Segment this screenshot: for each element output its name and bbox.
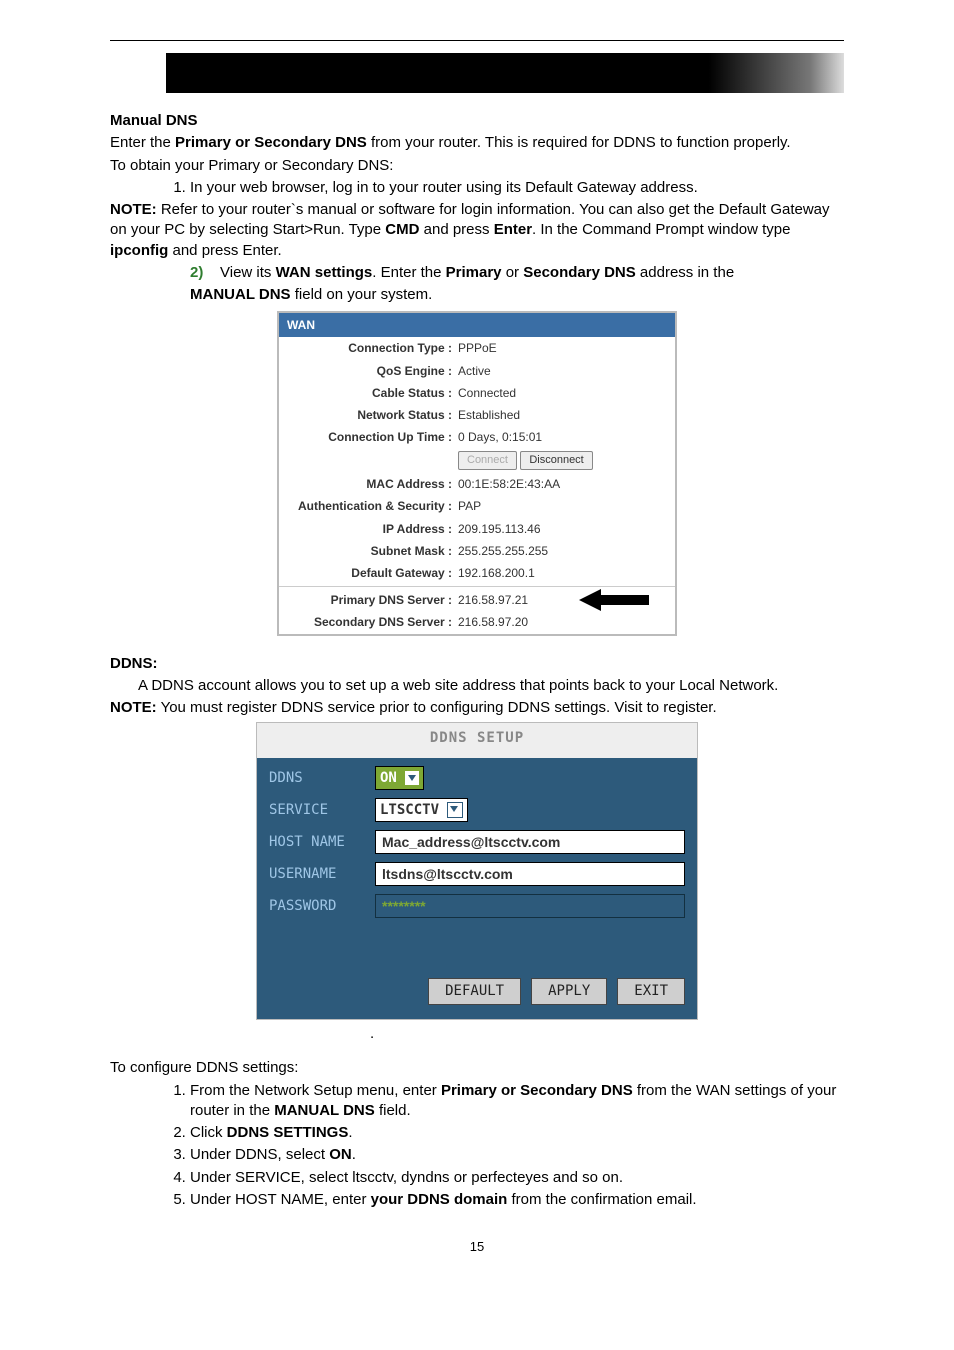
exit-button[interactable]: EXIT: [617, 978, 685, 1005]
disconnect-button[interactable]: Disconnect: [520, 451, 592, 470]
list-item: From the Network Setup menu, enter Prima…: [190, 1081, 844, 1122]
password-input[interactable]: ********: [375, 894, 685, 918]
wan-val: 192.168.200.1: [452, 565, 535, 581]
apply-button[interactable]: APPLY: [531, 978, 607, 1005]
page-number: 15: [110, 1238, 844, 1256]
wan-lbl: IP Address :: [287, 521, 452, 537]
header-bar: [166, 53, 844, 93]
wan-lbl: Connection Type :: [287, 340, 452, 356]
wan-val: Established: [452, 407, 520, 423]
ddns-heading: DDNS:: [110, 654, 844, 674]
manual-step-list-1: In your web browser, log in to your rout…: [162, 178, 844, 198]
hostname-input[interactable]: Mac_address@ltscctv.com: [375, 830, 685, 854]
connect-button[interactable]: Connect: [458, 451, 517, 470]
ddns-label: SERVICE: [269, 801, 375, 820]
ddns-setup-panel: DDNS SETUP DDNS ON SERVICE LTSCCTV HOST …: [256, 722, 698, 1020]
ddns-on-select[interactable]: ON: [375, 766, 424, 790]
manual-step-2: 2) View its WAN settings. Enter the Prim…: [190, 263, 844, 283]
wan-title: WAN: [279, 313, 675, 337]
wan-lbl: Subnet Mask :: [287, 543, 452, 559]
wan-lbl: QoS Engine :: [287, 363, 452, 379]
wan-lbl: MAC Address :: [287, 476, 452, 492]
ddns-label: PASSWORD: [269, 897, 375, 916]
list-item: Click DDNS SETTINGS.: [190, 1123, 844, 1143]
top-rule: [110, 40, 844, 41]
username-input[interactable]: ltsdns@ltscctv.com: [375, 862, 685, 886]
manual-note: NOTE: Refer to your router`s manual or s…: [110, 200, 844, 261]
ddns-note: NOTE: You must register DDNS service pri…: [110, 698, 844, 718]
period: .: [370, 1025, 374, 1042]
wan-status-panel: WAN Connection Type :PPPoE QoS Engine :A…: [277, 311, 677, 635]
wan-val: 0 Days, 0:15:01: [452, 429, 542, 445]
wan-val: 00:1E:58:2E:43:AA: [452, 476, 560, 492]
ddns-panel-title: DDNS SETUP: [257, 723, 697, 758]
service-select[interactable]: LTSCCTV: [375, 798, 468, 822]
wan-val: Active: [452, 363, 491, 379]
wan-lbl: Default Gateway :: [287, 565, 452, 581]
wan-val: PAP: [452, 498, 481, 514]
wan-val: Connected: [452, 385, 516, 401]
wan-lbl: Primary DNS Server :: [287, 592, 452, 608]
arrow-left-icon: [579, 589, 649, 611]
wan-lbl: Secondary DNS Server :: [287, 614, 452, 630]
wan-lbl: Cable Status :: [287, 385, 452, 401]
wan-lbl: Network Status :: [287, 407, 452, 423]
manual-intro-2: To obtain your Primary or Secondary DNS:: [110, 156, 844, 176]
list-item: Under HOST NAME, enter your DDNS domain …: [190, 1190, 844, 1210]
ddns-label: DDNS: [269, 769, 375, 788]
wan-val: 209.195.113.46: [452, 521, 541, 537]
manual-dns-heading: Manual DNS: [110, 111, 844, 131]
ddns-label: USERNAME: [269, 865, 375, 884]
default-button[interactable]: DEFAULT: [428, 978, 521, 1005]
wan-val: 216.58.97.21: [452, 592, 528, 608]
wan-lbl: Connection Up Time :: [287, 429, 452, 445]
list-item: Under SERVICE, select ltscctv, dyndns or…: [190, 1168, 844, 1188]
manual-step-2b: MANUAL DNS field on your system.: [190, 285, 844, 305]
wan-lbl: Authentication & Security :: [287, 498, 452, 514]
manual-intro-1: Enter the Primary or Secondary DNS from …: [110, 133, 844, 153]
wan-val: 216.58.97.20: [452, 614, 528, 630]
list-item: In your web browser, log in to your rout…: [190, 178, 844, 198]
wan-val: PPPoE: [452, 340, 497, 356]
list-item: Under DDNS, select ON.: [190, 1145, 844, 1165]
ddns-intro: A DDNS account allows you to set up a we…: [110, 676, 844, 696]
ddns-label: HOST NAME: [269, 833, 375, 852]
configure-list: From the Network Setup menu, enter Prima…: [162, 1081, 844, 1211]
wan-val: 255.255.255.255: [452, 543, 548, 559]
configure-heading: To configure DDNS settings:: [110, 1058, 844, 1078]
